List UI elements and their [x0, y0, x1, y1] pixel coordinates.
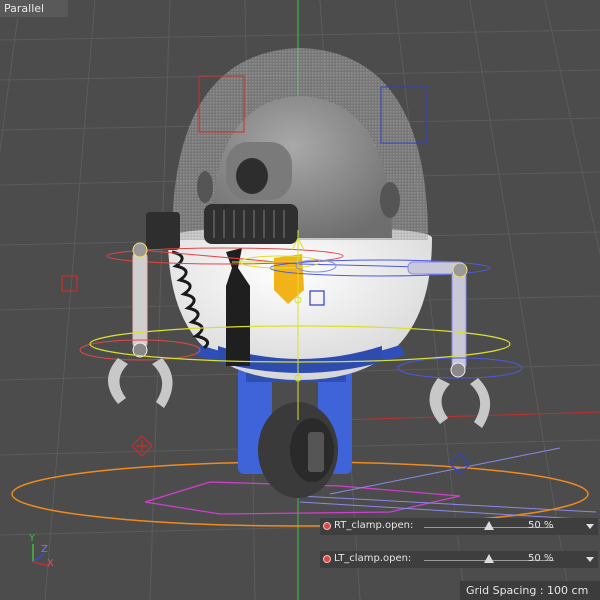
control-square-red[interactable]: [61, 275, 78, 292]
axis-y-label: Y: [28, 533, 36, 544]
slider-thumb[interactable]: [484, 554, 494, 563]
wheel-axle: [308, 432, 324, 472]
grid-spacing-status: Grid Spacing : 100 cm: [460, 581, 600, 600]
lt-clamp-open-slider[interactable]: LT_clamp.open: 50 %: [320, 551, 598, 568]
ik-target-red[interactable]: [131, 435, 153, 457]
ik-target-blue[interactable]: [449, 453, 471, 475]
keyframe-dot-icon[interactable]: [323, 555, 331, 563]
eye-lens: [236, 158, 268, 194]
keyframe-dot-icon[interactable]: [323, 522, 331, 530]
ear-right: [197, 171, 213, 203]
view-mode-label[interactable]: Parallel: [0, 0, 68, 17]
slider-label: RT_clamp.open:: [334, 520, 414, 531]
axis-x-label: X: [47, 558, 54, 569]
3d-viewport[interactable]: Y Z X: [0, 0, 600, 600]
chevron-down-icon[interactable]: [586, 557, 594, 562]
chevron-down-icon[interactable]: [586, 524, 594, 529]
radio-device: [146, 212, 180, 250]
slider-label: LT_clamp.open:: [334, 553, 412, 564]
slider-thumb[interactable]: [484, 521, 494, 530]
axis-z-label: Z: [41, 544, 48, 555]
slider-value[interactable]: 50 %: [528, 553, 553, 564]
x-axis-line: [339, 411, 600, 421]
ear-left: [380, 182, 400, 218]
rt-clamp-open-slider[interactable]: RT_clamp.open: 50 %: [320, 518, 598, 535]
slider-value[interactable]: 50 %: [528, 520, 553, 531]
